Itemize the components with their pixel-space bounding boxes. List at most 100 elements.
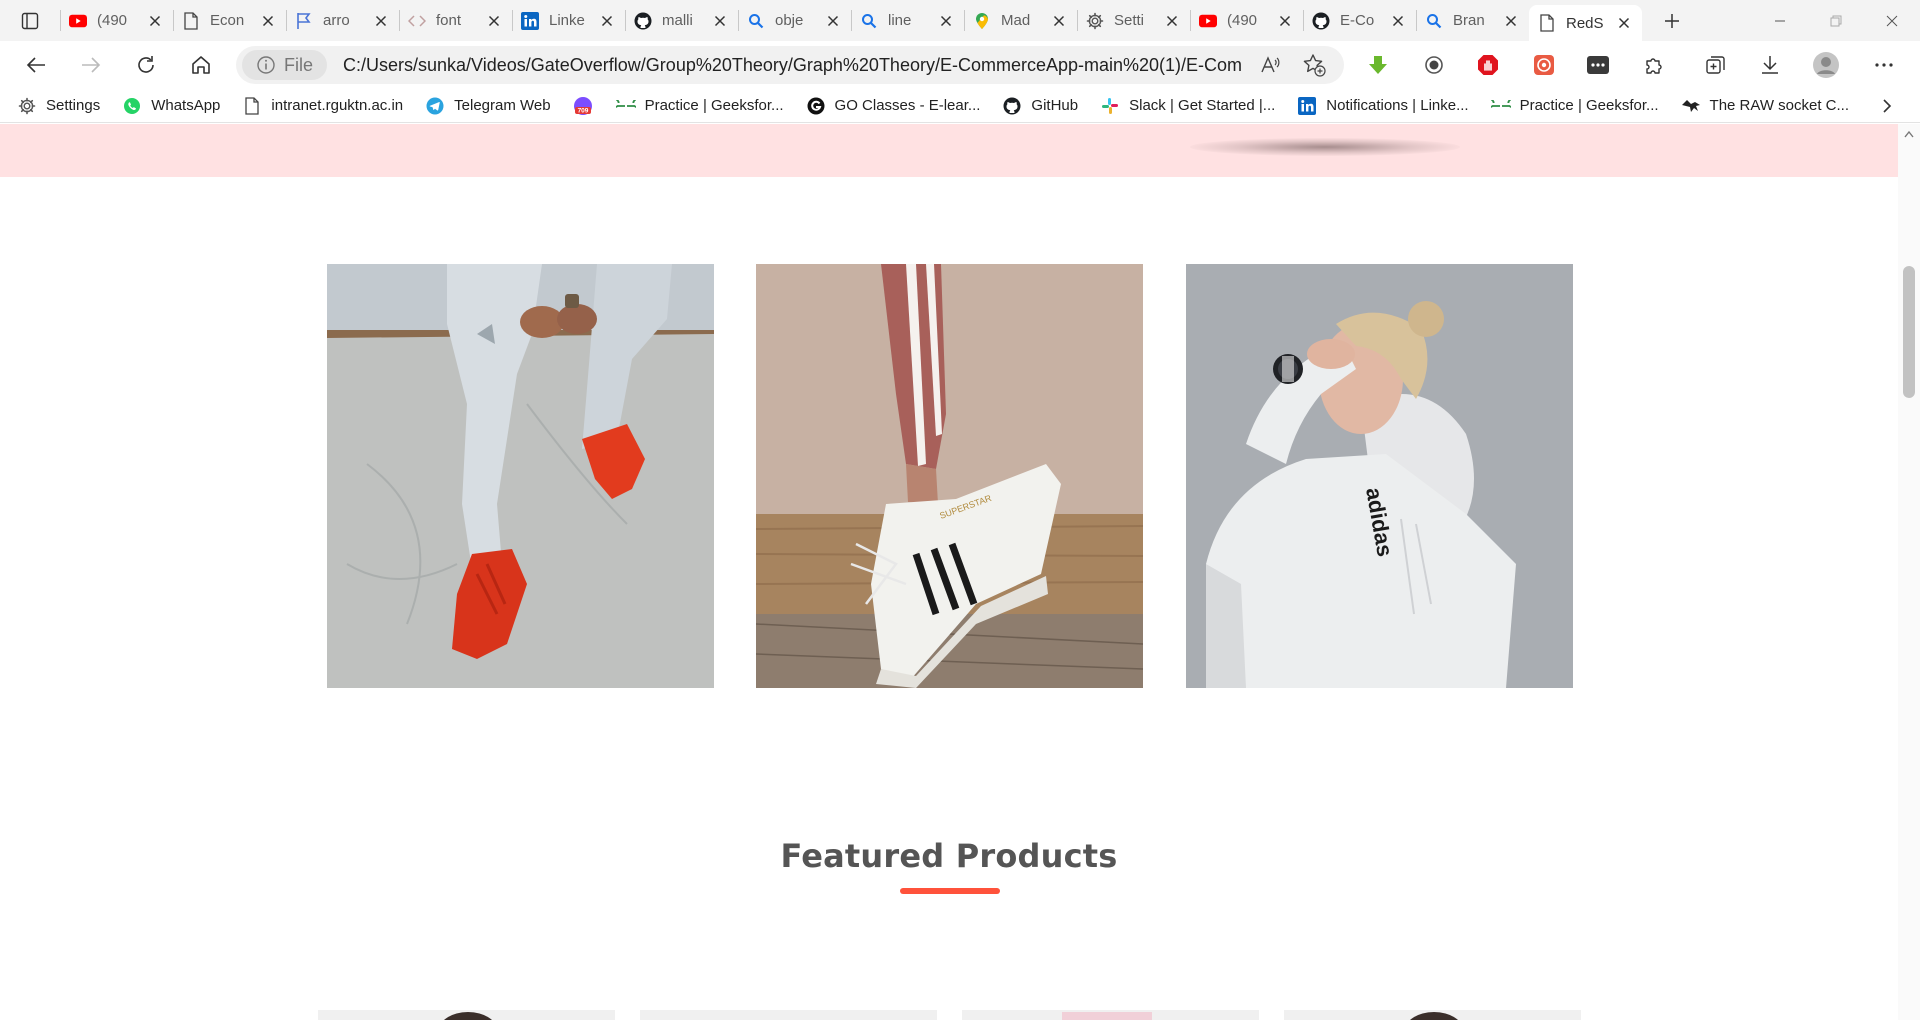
minimize-button[interactable] (1752, 0, 1808, 41)
hero-section (0, 124, 1898, 177)
favorite-label: Telegram Web (454, 97, 551, 114)
browser-tab[interactable]: arro (286, 0, 399, 41)
back-button[interactable] (8, 41, 63, 89)
close-icon (1618, 17, 1630, 29)
ext-record-button[interactable] (1418, 49, 1450, 81)
scrollbar-thumb[interactable] (1903, 266, 1915, 398)
more-favorites-button[interactable] (1876, 95, 1898, 117)
browser-tab[interactable]: line (851, 0, 964, 41)
product-card[interactable] (962, 1010, 1259, 1020)
read-aloud-button[interactable] (1258, 53, 1282, 77)
favorite-item[interactable]: Practice | Geeksfor... (615, 96, 784, 116)
favorite-item[interactable]: Settings (17, 96, 100, 116)
window-controls (1752, 0, 1920, 41)
new-tab-button[interactable] (1650, 0, 1694, 41)
browser-tab[interactable]: Bran (1416, 0, 1529, 41)
badge-icon: 709 (573, 96, 593, 116)
extensions-button[interactable] (1638, 49, 1670, 81)
close-tab-button[interactable] (1615, 14, 1633, 32)
favorite-item[interactable]: GitHub (1002, 96, 1078, 116)
slack-icon (1100, 96, 1120, 116)
url-text[interactable]: C:/Users/sunka/Videos/GateOverflow/Group… (343, 55, 1243, 76)
browser-tab[interactable]: Mad (964, 0, 1077, 41)
tab-title: arro (323, 12, 350, 29)
scroll-up-arrow-icon[interactable] (1904, 130, 1914, 138)
close-tab-button[interactable] (1389, 12, 1407, 30)
browser-tab[interactable]: Setti (1077, 0, 1190, 41)
browser-tab[interactable]: malli (625, 0, 738, 41)
favorite-item[interactable]: GO Classes - E-lear... (806, 96, 980, 116)
ext-password-button[interactable] (1582, 49, 1614, 81)
product-card[interactable] (318, 1010, 615, 1020)
browser-tab[interactable]: Econ (173, 0, 286, 41)
close-tab-button[interactable] (485, 12, 503, 30)
tab-actions-button[interactable] (0, 0, 60, 41)
browser-tab[interactable]: font (399, 0, 512, 41)
page-scrollbar[interactable] (1898, 124, 1920, 1020)
address-bar[interactable]: File C:/Users/sunka/Videos/GateOverflow/… (236, 46, 1344, 84)
github-icon (1002, 96, 1022, 116)
settings-more-button[interactable] (1868, 49, 1900, 81)
ext-download-manager-button[interactable] (1362, 49, 1394, 81)
badge-count: 709 (577, 107, 588, 114)
close-tab-button[interactable] (372, 12, 390, 30)
ext-adblock-button[interactable] (1472, 49, 1504, 81)
category-image-red-sneakers[interactable] (327, 264, 714, 688)
favorite-item[interactable]: Notifications | Linke... (1297, 96, 1469, 116)
tab-strip: (490 Econ arro font Linke malli obje line Mad Set… (0, 0, 1920, 41)
collections-button[interactable] (1700, 49, 1732, 81)
close-tab-button[interactable] (937, 12, 955, 30)
page-icon (1538, 14, 1556, 32)
tab-title: RedS (1566, 14, 1604, 32)
favorite-item[interactable]: intranet.rguktn.ac.in (242, 96, 403, 116)
tab-title: line (888, 12, 912, 29)
close-tab-button[interactable] (1163, 12, 1181, 30)
browser-tab[interactable]: RedS (1529, 5, 1642, 41)
category-image-superstar-sneaker[interactable]: SUPERSTAR (756, 264, 1143, 688)
browser-tab[interactable]: E-Co (1303, 0, 1416, 41)
close-tab-button[interactable] (824, 12, 842, 30)
close-tab-button[interactable] (259, 12, 277, 30)
favorite-item[interactable]: Telegram Web (425, 96, 551, 116)
product-card[interactable] (1284, 1010, 1581, 1020)
raw-socket-icon (1681, 96, 1701, 116)
browser-tab[interactable]: (490 (60, 0, 173, 41)
tab-title: obje (775, 12, 804, 29)
gear-icon (1086, 12, 1104, 30)
browser-tab[interactable]: obje (738, 0, 851, 41)
restore-button[interactable] (1808, 0, 1864, 41)
close-icon (940, 15, 952, 26)
linkedin-icon (521, 11, 539, 30)
category-image-adidas-hoodie[interactable]: adidas (1186, 264, 1573, 688)
close-tab-button[interactable] (1276, 12, 1294, 30)
close-icon (1053, 15, 1065, 26)
product-card[interactable] (640, 1010, 937, 1020)
favorite-item[interactable]: The RAW socket C... (1681, 96, 1849, 116)
youtube-icon (1199, 12, 1217, 30)
forward-button[interactable] (63, 41, 118, 89)
close-tab-button[interactable] (598, 12, 616, 30)
favorite-item[interactable]: 709 (573, 96, 602, 116)
close-tab-button[interactable] (1050, 12, 1068, 30)
home-button[interactable] (173, 41, 228, 89)
search-icon (1425, 12, 1443, 30)
close-tab-button[interactable] (711, 12, 729, 30)
close-tab-button[interactable] (146, 12, 164, 30)
favorite-item[interactable]: WhatsApp (122, 96, 220, 116)
favorite-label: The RAW socket C... (1709, 97, 1850, 114)
arrow-left-icon (26, 57, 45, 73)
hero-image-shadow (1190, 138, 1460, 156)
refresh-button[interactable] (118, 41, 173, 89)
browser-tab[interactable]: Linke (512, 0, 625, 41)
profile-button[interactable] (1810, 49, 1842, 81)
site-info-button[interactable]: File (242, 50, 328, 80)
downloads-button[interactable] (1754, 49, 1786, 81)
add-favorite-button[interactable] (1302, 53, 1326, 77)
favorite-item[interactable]: Practice | Geeksfor... (1490, 96, 1659, 116)
close-window-button[interactable] (1864, 0, 1920, 41)
favorite-item[interactable]: Slack | Get Started |... (1100, 96, 1275, 116)
browser-tab[interactable]: (490 (1190, 0, 1303, 41)
refresh-icon (137, 56, 154, 73)
close-tab-button[interactable] (1502, 12, 1520, 30)
ext-target-button[interactable] (1528, 49, 1560, 81)
